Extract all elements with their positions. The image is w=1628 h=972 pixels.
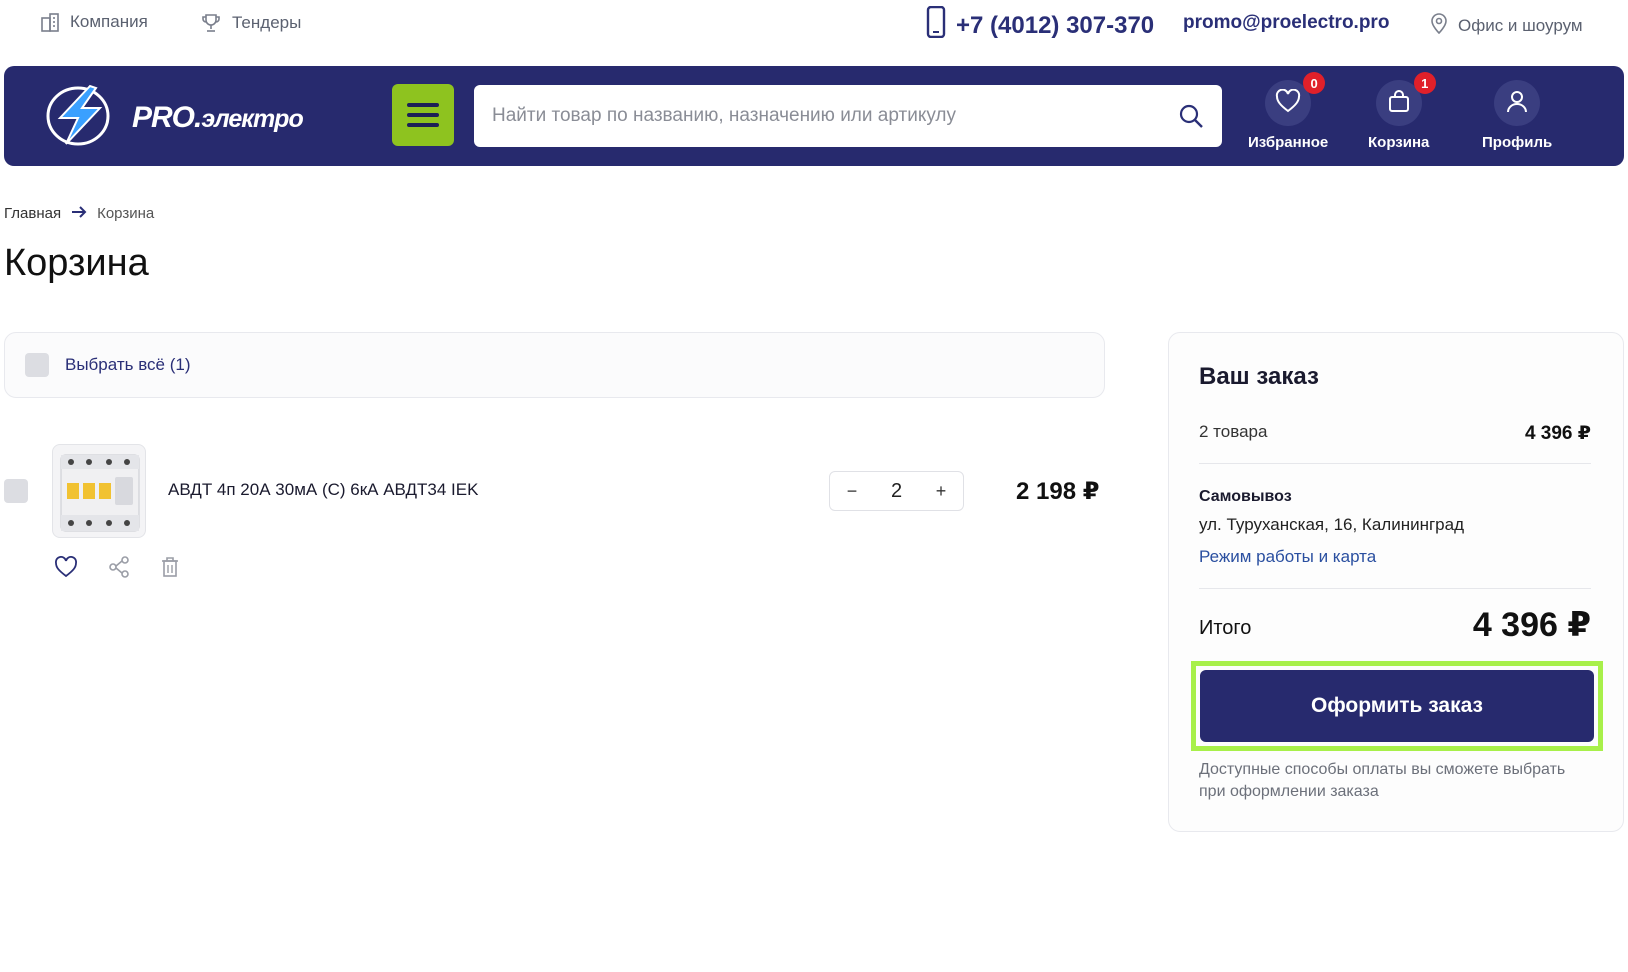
cart-count-badge: 1 bbox=[1413, 72, 1436, 94]
select-all-checkbox[interactable] bbox=[25, 353, 49, 377]
user-icon bbox=[1505, 89, 1529, 117]
phone-number: +7 (4012) 307-370 bbox=[956, 11, 1155, 39]
phone-icon bbox=[926, 5, 946, 45]
item-actions bbox=[54, 556, 180, 583]
product-image[interactable] bbox=[52, 444, 146, 538]
quantity-value[interactable]: 2 bbox=[891, 480, 902, 503]
item-checkbox[interactable] bbox=[4, 479, 28, 503]
page-title: Корзина bbox=[4, 242, 149, 284]
shopping-bag-icon bbox=[1387, 89, 1411, 117]
tenders-link[interactable]: Тендеры bbox=[200, 12, 301, 34]
trophy-icon bbox=[200, 12, 222, 34]
arrow-right-icon bbox=[71, 205, 87, 222]
search-box bbox=[474, 85, 1222, 147]
hamburger-icon bbox=[407, 103, 439, 107]
breadcrumb-home[interactable]: Главная bbox=[4, 205, 61, 222]
company-label: Компания bbox=[70, 12, 148, 31]
top-bar: Компания Тендеры +7 (4012) 307-370 promo… bbox=[0, 0, 1628, 46]
search-icon[interactable] bbox=[1178, 103, 1204, 134]
pickup-address: ул. Туруханская, 16, Калининград bbox=[1199, 515, 1464, 534]
breadcrumb-current: Корзина bbox=[97, 205, 155, 222]
search-input[interactable] bbox=[492, 85, 1152, 147]
cart-label: Корзина bbox=[1368, 134, 1430, 151]
cart-button[interactable]: 1 Корзина bbox=[1368, 72, 1436, 151]
logo-main: PRO. bbox=[132, 100, 202, 134]
company-link[interactable]: Компания bbox=[40, 12, 148, 32]
favorites-label: Избранное bbox=[1248, 134, 1329, 151]
favorites-button[interactable]: 0 Избранное bbox=[1248, 72, 1329, 151]
main-header: PRO.электро 0 Избранное 1 Корзина bbox=[4, 66, 1624, 166]
office-label: Офис и шоурум bbox=[1458, 15, 1583, 35]
product-price: 2 198 ₽ bbox=[1016, 478, 1100, 505]
checkout-button[interactable]: Оформить заказ bbox=[1200, 670, 1594, 742]
divider bbox=[1199, 463, 1591, 464]
favorites-count-badge: 0 bbox=[1303, 72, 1326, 94]
building-icon bbox=[40, 12, 60, 32]
lightning-logo-icon bbox=[42, 82, 118, 153]
heart-icon[interactable] bbox=[54, 556, 78, 583]
breadcrumb: Главная Корзина bbox=[4, 205, 154, 222]
summary-title: Ваш заказ bbox=[1199, 363, 1319, 390]
logo-sub: электро bbox=[201, 104, 303, 133]
site-logo[interactable]: PRO.электро bbox=[42, 82, 304, 153]
quantity-increase-button[interactable]: + bbox=[931, 481, 951, 502]
heart-icon bbox=[1275, 88, 1301, 117]
select-all-bar: Выбрать всё (1) bbox=[4, 332, 1105, 398]
catalog-menu-button[interactable] bbox=[392, 84, 454, 146]
profile-label: Профиль bbox=[1482, 134, 1553, 151]
quantity-stepper: − 2 + bbox=[829, 471, 964, 511]
office-link[interactable]: Офис и шоурум bbox=[1430, 12, 1583, 39]
email-link[interactable]: promo@proelectro.pro bbox=[1183, 12, 1389, 34]
checkout-highlight: Оформить заказ bbox=[1191, 661, 1603, 751]
select-all-label[interactable]: Выбрать всё (1) bbox=[65, 355, 191, 375]
quantity-decrease-button[interactable]: − bbox=[842, 481, 862, 502]
pickup-hours-map-link[interactable]: Режим работы и карта bbox=[1199, 547, 1376, 567]
tenders-label: Тендеры bbox=[232, 13, 302, 32]
circuit-breaker-image bbox=[60, 454, 140, 532]
order-summary: Ваш заказ 2 товара 4 396 ₽ Самовывоз ул.… bbox=[1168, 332, 1624, 832]
phone-link[interactable]: +7 (4012) 307-370 bbox=[926, 5, 1155, 45]
total-label: Итого bbox=[1199, 617, 1252, 639]
logo-wordmark: PRO.электро bbox=[132, 100, 304, 135]
location-pin-icon bbox=[1430, 12, 1448, 39]
trash-icon[interactable] bbox=[160, 556, 180, 583]
summary-items-row: 2 товара 4 396 ₽ bbox=[1199, 422, 1591, 445]
summary-items-amount: 4 396 ₽ bbox=[1524, 423, 1591, 444]
share-icon[interactable] bbox=[108, 556, 130, 583]
total-amount: 4 396 ₽ bbox=[1472, 606, 1591, 644]
divider bbox=[1199, 588, 1591, 589]
pickup-title: Самовывоз bbox=[1199, 488, 1292, 505]
profile-button[interactable]: Профиль bbox=[1482, 80, 1552, 151]
summary-items-count: 2 товара bbox=[1199, 422, 1268, 441]
product-name[interactable]: АВДТ 4п 20А 30мА (С) 6кА АВДТ34 IEK bbox=[168, 480, 478, 500]
payment-note: Доступные способы оплаты вы сможете выбр… bbox=[1199, 761, 1566, 800]
